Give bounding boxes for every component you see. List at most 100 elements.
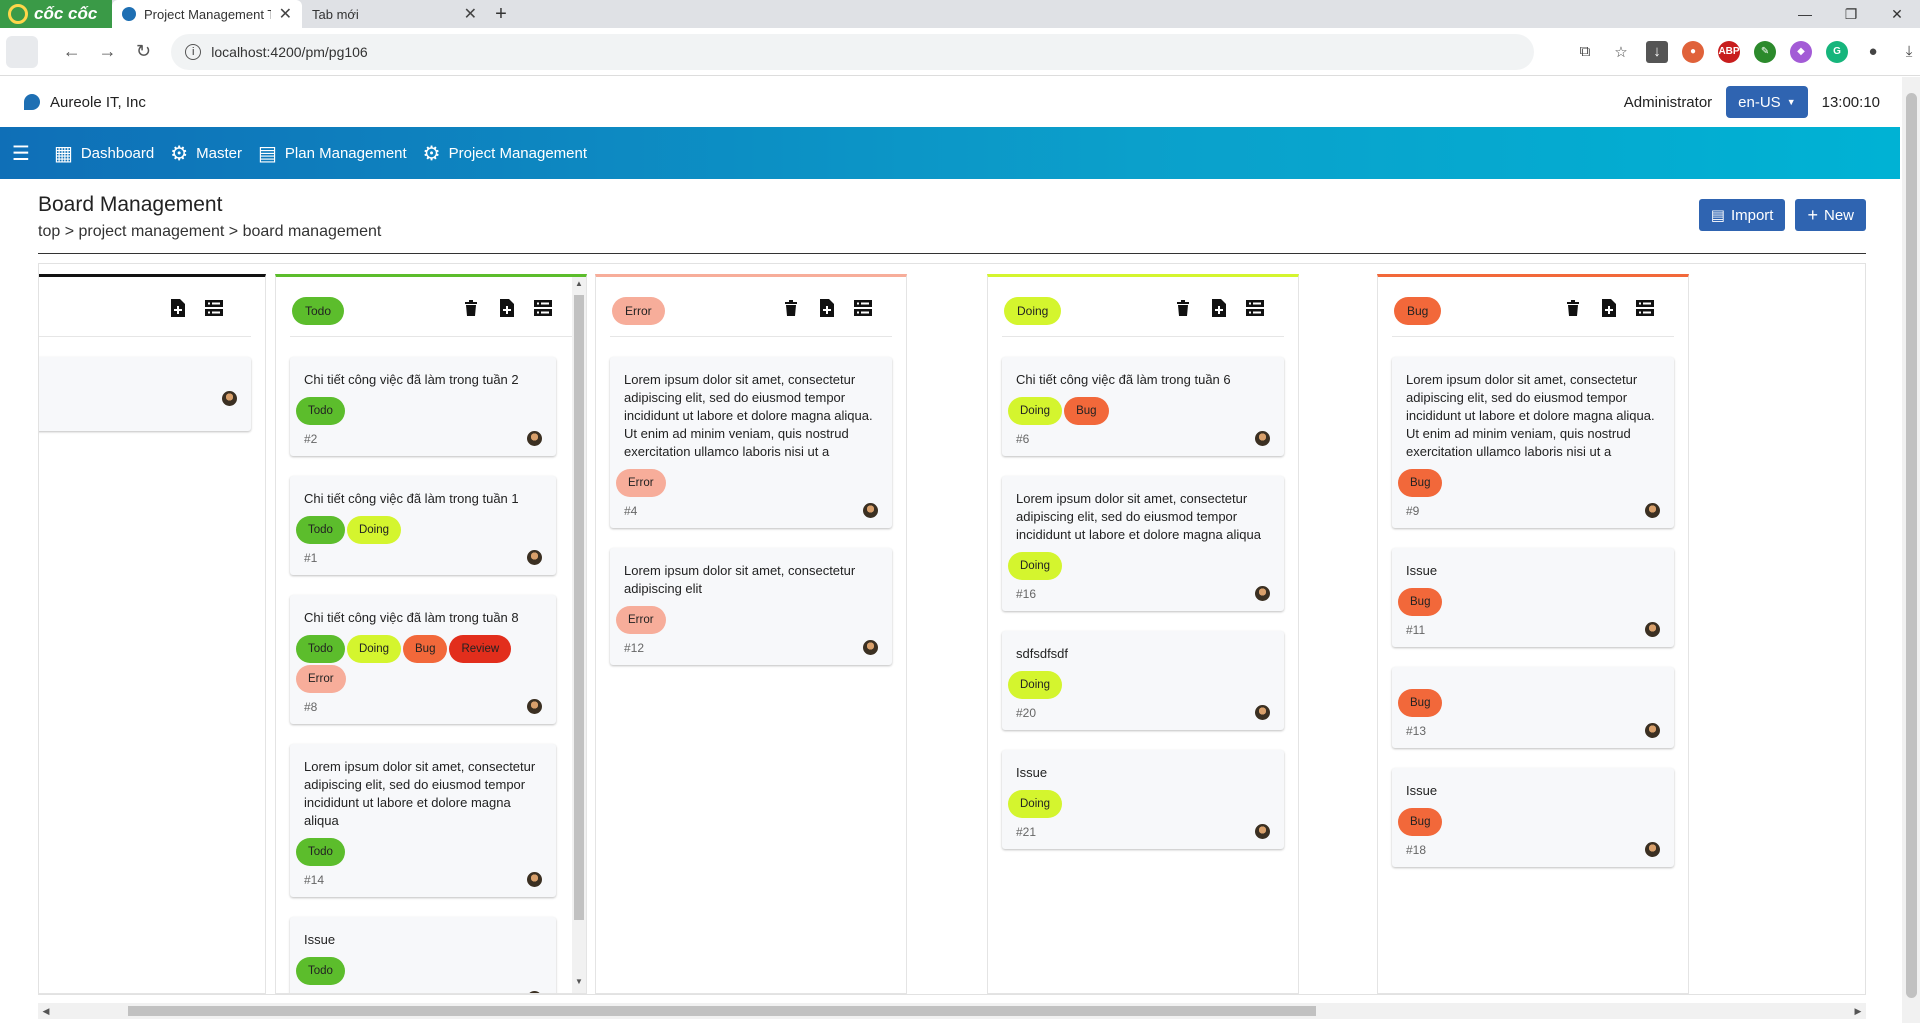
tab-close-icon[interactable]: ✕ — [279, 4, 292, 24]
trash-icon[interactable] — [460, 297, 482, 319]
add-card-icon[interactable] — [1208, 297, 1230, 319]
add-card-icon[interactable] — [1598, 297, 1620, 319]
extension-chrome-icon[interactable]: ● — [1682, 40, 1705, 63]
scroll-left-icon[interactable]: ◀ — [38, 1003, 54, 1019]
add-card-icon[interactable] — [167, 297, 189, 319]
assignee-avatar[interactable] — [527, 431, 542, 446]
assignee-avatar[interactable] — [222, 391, 237, 406]
bookmark-star-icon[interactable]: ☆ — [1610, 41, 1632, 63]
list-view-icon[interactable] — [203, 297, 225, 319]
assignee-avatar[interactable] — [1645, 723, 1660, 738]
task-card[interactable]: Issue Todo #17 — [290, 917, 556, 993]
task-card[interactable]: Lorem ipsum dolor sit amet, consectetur … — [610, 548, 892, 665]
import-button[interactable]: ▤ Import — [1698, 199, 1786, 231]
task-card[interactable]: Issue Bug #18 — [1392, 768, 1674, 867]
maximize-icon[interactable]: ❐ — [1828, 0, 1874, 28]
assignee-avatar[interactable] — [1645, 503, 1660, 518]
column-vertical-scrollbar[interactable]: ▲ ▼ — [572, 277, 586, 993]
status-tag[interactable]: Doing — [346, 635, 401, 663]
hamburger-menu-icon[interactable]: ☰ — [12, 141, 30, 166]
assignee-avatar[interactable] — [1255, 824, 1270, 839]
assignee-avatar[interactable] — [1255, 586, 1270, 601]
task-card[interactable]: Lorem ipsum dolor sit amet, consectetur … — [610, 357, 892, 528]
task-card[interactable]: Lorem ipsum dolor sit amet, consectetur … — [1392, 357, 1674, 528]
menu-item-dashboard[interactable]: ▦ Dashboard — [54, 141, 154, 166]
add-card-icon[interactable] — [496, 297, 518, 319]
back-icon[interactable]: ← — [54, 34, 90, 70]
new-button[interactable]: + New — [1795, 199, 1866, 231]
download-box-icon[interactable]: ↓ — [1646, 40, 1669, 63]
status-tag[interactable]: Bug — [1398, 689, 1443, 717]
list-view-icon[interactable] — [1634, 297, 1656, 319]
status-tag[interactable]: Doing — [1008, 790, 1063, 818]
scroll-right-icon[interactable]: ▶ — [1850, 1003, 1866, 1019]
task-card[interactable]: Issue Bug #11 — [1392, 548, 1674, 647]
menu-item-plan-management[interactable]: ▤ Plan Management — [258, 141, 407, 166]
task-card[interactable] — [39, 357, 251, 431]
new-tab-button[interactable]: + — [487, 0, 515, 28]
status-tag[interactable]: Todo — [296, 838, 345, 866]
assignee-avatar[interactable] — [527, 872, 542, 887]
status-tag[interactable]: Doing — [346, 516, 401, 544]
status-tag[interactable]: Todo — [296, 397, 345, 425]
assignee-avatar[interactable] — [527, 699, 542, 714]
scrollbar-thumb[interactable] — [128, 1006, 1316, 1016]
extension-grammarly-icon[interactable]: G — [1826, 40, 1849, 63]
board-horizontal-scrollbar[interactable]: ◀ ▶ — [38, 1003, 1866, 1019]
list-view-icon[interactable] — [852, 297, 874, 319]
status-tag[interactable]: Todo — [296, 957, 345, 985]
status-tag[interactable]: Doing — [1008, 671, 1063, 699]
menu-item-master[interactable]: ⚙ Master — [170, 141, 242, 166]
browser-tab[interactable]: Tab mới ✕ — [302, 0, 487, 28]
column-status-badge[interactable]: Bug — [1394, 297, 1442, 325]
close-window-icon[interactable]: ✕ — [1874, 0, 1920, 28]
column-status-badge[interactable]: Todo — [292, 297, 345, 325]
assignee-avatar[interactable] — [527, 991, 542, 993]
downloads-icon[interactable]: ⤓ — [1898, 41, 1920, 63]
browser-tab-active[interactable]: Project Management Too ✕ — [112, 0, 302, 28]
trash-icon[interactable] — [780, 297, 802, 319]
task-card[interactable]: Bug #13 — [1392, 667, 1674, 748]
task-card[interactable]: Chi tiết công việc đã làm trong tuần 2 To… — [290, 357, 556, 456]
sidebar-toggle-icon[interactable] — [6, 35, 38, 68]
scroll-up-icon[interactable]: ▲ — [572, 279, 586, 293]
assignee-avatar[interactable] — [863, 640, 878, 655]
assignee-avatar[interactable] — [1645, 622, 1660, 637]
assignee-avatar[interactable] — [1645, 842, 1660, 857]
browser-brand[interactable]: cốc cốc — [0, 0, 112, 28]
reload-icon[interactable]: ↻ — [125, 34, 161, 70]
status-tag[interactable]: Bug — [403, 635, 448, 663]
minimize-icon[interactable]: — — [1782, 0, 1828, 28]
status-tag[interactable]: Todo — [296, 635, 345, 663]
trash-icon[interactable] — [1172, 297, 1194, 319]
assignee-avatar[interactable] — [527, 550, 542, 565]
assignee-avatar[interactable] — [1255, 705, 1270, 720]
column-status-badge[interactable]: Doing — [1004, 297, 1062, 325]
task-card[interactable]: Lorem ipsum dolor sit amet, consectetur … — [1002, 476, 1284, 611]
list-view-icon[interactable] — [1244, 297, 1266, 319]
tab-close-icon[interactable]: ✕ — [464, 4, 477, 24]
task-card[interactable]: sdfsdfsdf Doing #20 — [1002, 631, 1284, 730]
status-tag[interactable]: Bug — [1398, 469, 1443, 497]
scrollbar-thumb[interactable] — [574, 295, 584, 920]
page-vertical-scrollbar[interactable] — [1902, 77, 1920, 1023]
add-card-icon[interactable] — [816, 297, 838, 319]
forward-icon[interactable]: → — [90, 34, 126, 70]
status-tag[interactable]: Bug — [1398, 588, 1443, 616]
site-info-icon[interactable]: i — [185, 43, 202, 60]
status-tag[interactable]: Bug — [1064, 397, 1109, 425]
status-tag[interactable]: Todo — [296, 516, 345, 544]
assignee-avatar[interactable] — [863, 503, 878, 518]
status-tag[interactable]: Error — [616, 606, 666, 634]
menu-item-project-management[interactable]: ⚙ Project Management — [423, 141, 587, 166]
extension-pen-icon[interactable]: ✎ — [1754, 40, 1777, 63]
language-select[interactable]: en-US ▼ — [1726, 86, 1808, 118]
user-name[interactable]: Administrator — [1624, 94, 1712, 111]
translate-icon[interactable]: ⧉ — [1574, 41, 1596, 63]
column-status-badge[interactable]: Error — [612, 297, 665, 325]
status-tag[interactable]: Error — [296, 665, 346, 693]
trash-icon[interactable] — [1562, 297, 1584, 319]
list-view-icon[interactable] — [532, 297, 554, 319]
task-card[interactable]: Issue Doing #21 — [1002, 750, 1284, 849]
task-card[interactable]: Chi tiết công việc đã làm trong tuần 1 To… — [290, 476, 556, 575]
